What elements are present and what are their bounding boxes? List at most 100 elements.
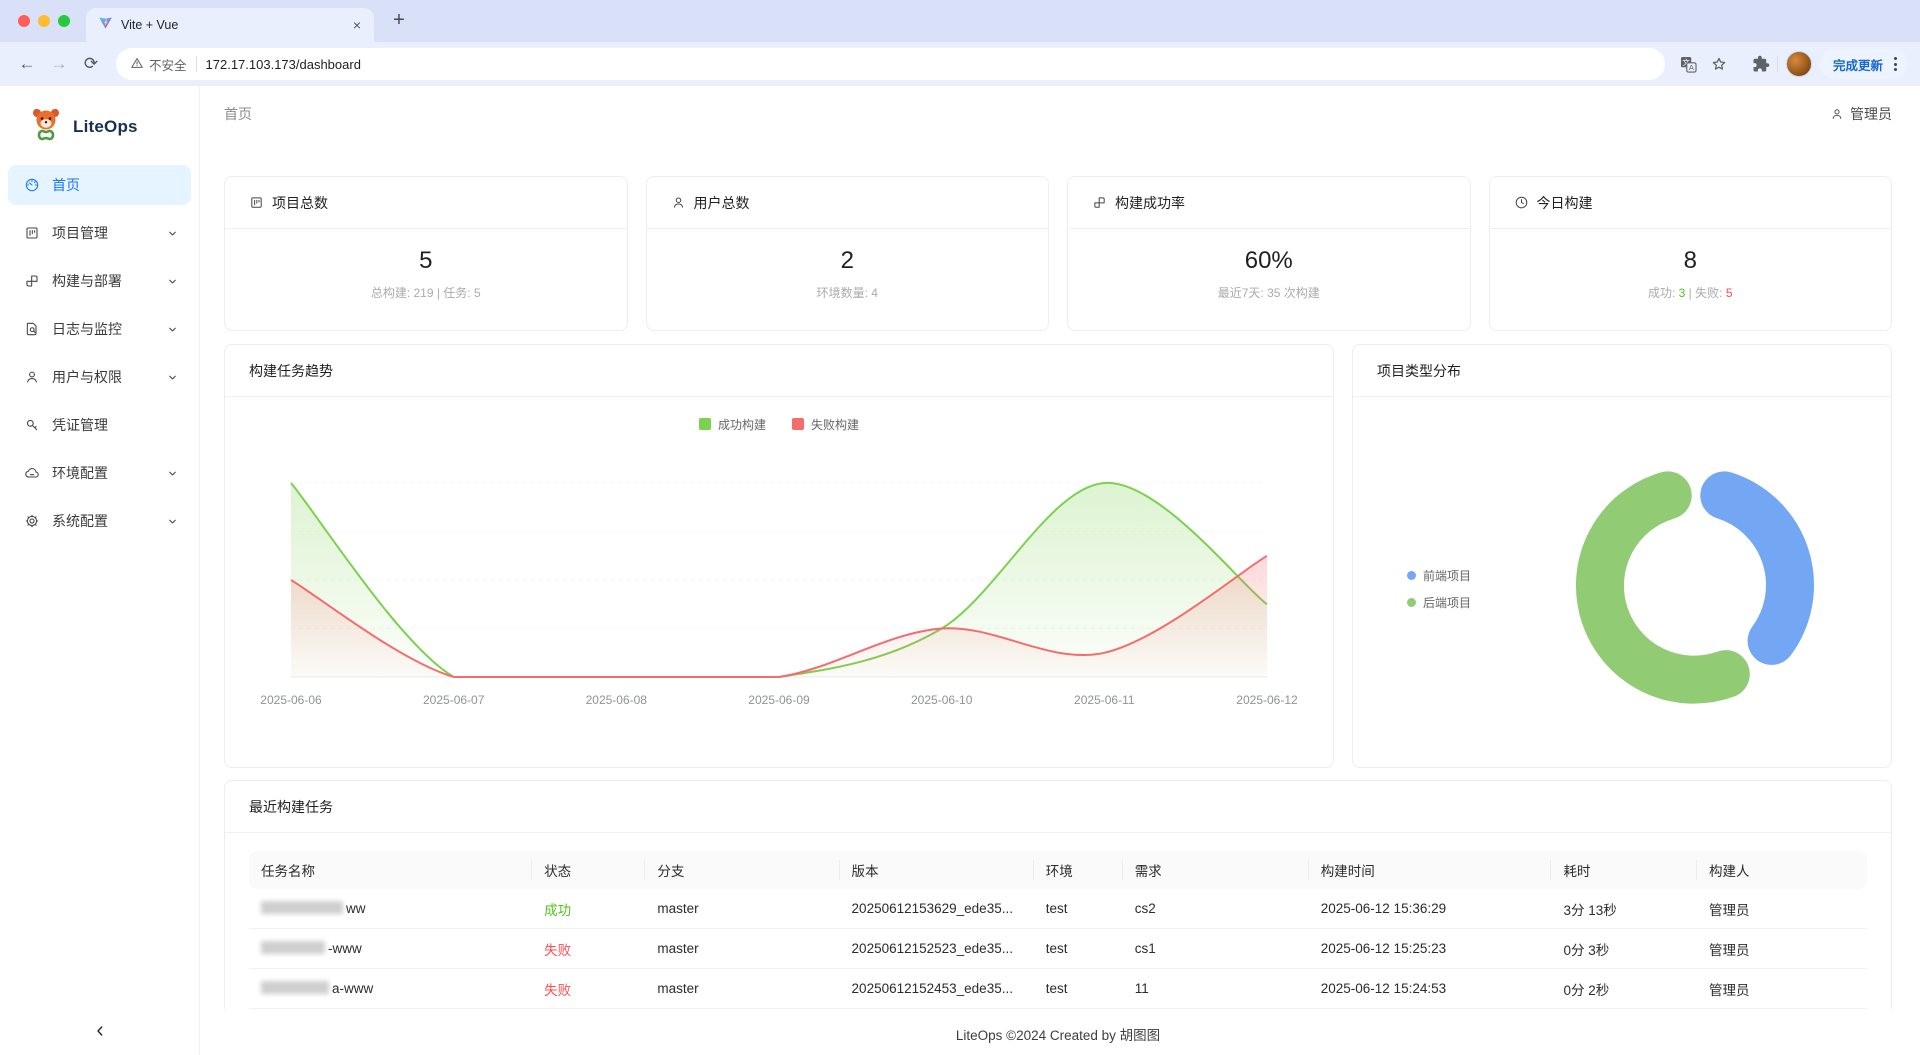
branch-cell: master (645, 889, 839, 929)
duration-cell: 3分 13秒 (1551, 889, 1697, 929)
page-header: 首页 管理员 (224, 86, 1892, 142)
table-header-4: 环境 (1034, 851, 1123, 889)
sidebar-item-credentials[interactable]: 凭证管理 (8, 405, 191, 445)
legend-item-0[interactable]: 成功构建 (699, 416, 766, 433)
sidebar-item-build-deploy[interactable]: 构建与部署 (8, 261, 191, 301)
svg-text:2025-06-06: 2025-06-06 (260, 693, 322, 707)
req-cell: cs1 (1123, 929, 1309, 969)
sidebar-item-label: 构建与部署 (52, 271, 155, 291)
stat-title: 用户总数 (694, 193, 750, 213)
stat-card-2: 构建成功率 60% 最近7天: 35 次构建 (1067, 176, 1471, 331)
env-cell: test (1034, 929, 1123, 969)
update-chrome-button[interactable]: 完成更新 (1820, 49, 1908, 79)
legend-item-1[interactable]: 失败构建 (792, 416, 859, 433)
sidebar-item-label: 项目管理 (52, 223, 155, 243)
tab-close-icon[interactable]: × (348, 16, 366, 34)
tab-title: Vite + Vue (121, 18, 340, 32)
sidebar-item-home[interactable]: 首页 (8, 165, 191, 205)
task-name-cell: -www (249, 929, 532, 969)
stat-title: 今日构建 (1537, 193, 1593, 213)
donut-legend-item-0[interactable]: 前端项目 (1407, 567, 1471, 584)
sidebar: LiteOps 首页项目管理构建与部署日志与监控用户与权限凭证管理环境配置系统配… (0, 86, 200, 1055)
url-text: 172.17.103.173/dashboard (206, 57, 361, 72)
svg-text:2025-06-12: 2025-06-12 (1236, 693, 1298, 707)
stat-subtext: 总构建: 219 | 任务: 5 (225, 284, 627, 301)
env-cell: test (1034, 889, 1123, 929)
table-row: ww 成功 master 20250612153629_ede35... tes… (249, 889, 1867, 929)
site-security-badge[interactable]: 不安全 (130, 55, 187, 74)
sidebar-menu: 首页项目管理构建与部署日志与监控用户与权限凭证管理环境配置系统配置 (0, 165, 199, 1007)
table-row: a-www 失败 master 20250612152453_ede35... … (249, 969, 1867, 1009)
avatar[interactable] (1786, 51, 1812, 77)
new-tab-button[interactable]: + (386, 8, 412, 34)
duration-cell: 0分 2秒 (1551, 969, 1697, 1009)
stat-title: 构建成功率 (1115, 193, 1185, 213)
extensions-icon[interactable] (1747, 50, 1775, 78)
project-type-card: 项目类型分布 前端项目后端项目 (1352, 344, 1892, 768)
user-menu[interactable]: 管理员 (1830, 104, 1892, 124)
status-badge: 失败 (544, 943, 571, 958)
clock-icon (1514, 195, 1529, 210)
redacted-text (261, 941, 325, 954)
svg-text:2025-06-07: 2025-06-07 (423, 693, 485, 707)
main-content: 首页 管理员 项目总数 5 总构建: 219 | 任务: 5 用户总数 2 环境… (200, 86, 1920, 1055)
build-time-cell: 2025-06-12 15:24:53 (1309, 969, 1552, 1009)
sidebar-item-label: 首页 (52, 175, 178, 195)
reload-icon[interactable]: ⟳ (76, 49, 106, 79)
file-search-icon (24, 321, 40, 337)
branch-cell: master (645, 969, 839, 1009)
zoom-window-button[interactable] (58, 15, 70, 27)
back-arrow-icon[interactable]: ← (12, 49, 42, 79)
builder-cell: 管理员 (1697, 889, 1867, 929)
redacted-text (261, 981, 329, 994)
branch-cell: master (645, 929, 839, 969)
key-icon (24, 417, 40, 433)
translate-icon[interactable]: 文A (1675, 50, 1703, 78)
gear-icon (24, 513, 40, 529)
donut-legend-item-1[interactable]: 后端项目 (1407, 594, 1471, 611)
star-icon[interactable] (1705, 50, 1733, 78)
sidebar-item-label: 凭证管理 (52, 415, 178, 435)
warning-icon (130, 56, 144, 73)
project-icon (249, 195, 264, 210)
builder-cell: 管理员 (1697, 929, 1867, 969)
close-window-button[interactable] (18, 15, 30, 27)
sidebar-item-users-perms[interactable]: 用户与权限 (8, 357, 191, 397)
env-cell: test (1034, 969, 1123, 1009)
address-bar[interactable]: 不安全 172.17.103.173/dashboard (116, 48, 1665, 80)
kebab-menu-icon[interactable] (1890, 57, 1901, 71)
dashboard-icon (24, 177, 40, 193)
line-chart: 2025-06-062025-06-072025-06-082025-06-09… (225, 438, 1333, 738)
stat-card-1: 用户总数 2 环境数量: 4 (646, 176, 1050, 331)
cloud-icon (24, 465, 40, 481)
task-name-cell: a-www (249, 969, 532, 1009)
sidebar-item-logs-monitor[interactable]: 日志与监控 (8, 309, 191, 349)
build-trend-card: 构建任务趋势 成功构建 失败构建 2025-06-06 2025-06-07 2025… (224, 344, 1334, 768)
builder-cell: 管理员 (1697, 969, 1867, 1009)
liteops-logo-icon (26, 104, 66, 149)
card-title: 项目类型分布 (1377, 361, 1461, 381)
sidebar-item-env-config[interactable]: 环境配置 (8, 453, 191, 493)
footer-text: LiteOps ©2024 Created by 胡图图 (224, 1024, 1892, 1044)
stat-value: 5 (225, 246, 627, 276)
browser-tab[interactable]: Vite + Vue × (86, 8, 374, 42)
forward-arrow-icon[interactable]: → (44, 49, 74, 79)
chevron-down-icon (167, 516, 178, 527)
minimize-window-button[interactable] (38, 15, 50, 27)
breadcrumb[interactable]: 首页 (224, 104, 252, 124)
table-header-7: 耗时 (1551, 851, 1697, 889)
line-chart-legend: 成功构建 失败构建 (225, 414, 1333, 434)
stat-subtext: 成功: 3 | 失败: 5 (1490, 284, 1892, 301)
sidebar-item-sys-config[interactable]: 系统配置 (8, 501, 191, 541)
sidebar-item-projects[interactable]: 项目管理 (8, 213, 191, 253)
build-time-cell: 2025-06-12 15:25:23 (1309, 929, 1552, 969)
build-icon (1092, 195, 1107, 210)
stat-subtext: 最近7天: 35 次构建 (1068, 284, 1470, 301)
browser-toolbar: ← → ⟳ 不安全 172.17.103.173/dashboard 文A 完成… (0, 42, 1920, 86)
browser-tabstrip: Vite + Vue × + (0, 0, 1920, 42)
sidebar-collapse-button[interactable] (0, 1007, 199, 1055)
status-badge: 成功 (544, 903, 571, 918)
stat-card-3: 今日构建 8 成功: 3 | 失败: 5 (1489, 176, 1893, 331)
chevron-down-icon (167, 324, 178, 335)
card-title: 构建任务趋势 (249, 361, 333, 381)
